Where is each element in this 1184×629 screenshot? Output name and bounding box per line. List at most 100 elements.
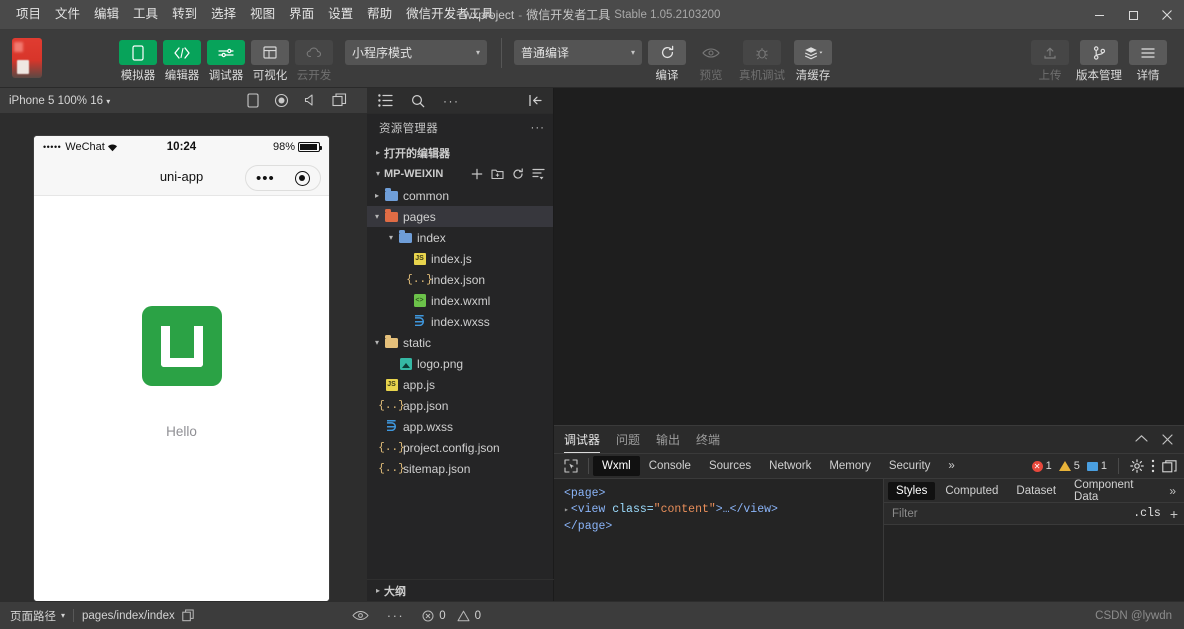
tree-folder-row[interactable]: ▸ common xyxy=(367,185,553,206)
styles-tab-component-data[interactable]: Component Data xyxy=(1066,476,1167,506)
tree-file-row[interactable]: {..} project.config.json xyxy=(367,437,553,458)
mode-select[interactable]: 小程序模式 ▾ xyxy=(345,40,487,65)
device-rotate-icon[interactable] xyxy=(247,93,259,108)
collapse-panel-icon[interactable] xyxy=(528,94,542,107)
copy-icon[interactable] xyxy=(182,609,195,622)
menu-item-7[interactable]: 界面 xyxy=(282,4,321,25)
chevron-right-icon[interactable]: ▸ xyxy=(371,191,383,200)
warning-count[interactable]: 5 xyxy=(1058,460,1080,472)
tree-file-row[interactable]: {..} sitemap.json xyxy=(367,458,553,479)
minimize-icon[interactable] xyxy=(1082,0,1116,30)
styles-filter-input[interactable] xyxy=(892,507,1134,520)
debugger-tab-3[interactable]: 终端 xyxy=(696,426,720,453)
more-icon[interactable]: ··· xyxy=(387,608,405,623)
window-icon[interactable] xyxy=(332,93,347,108)
search-icon[interactable] xyxy=(411,94,425,108)
list-icon[interactable] xyxy=(378,94,393,107)
tree-file-row[interactable]: ⋽ index.wxss xyxy=(367,311,553,332)
page-path-selector[interactable]: 页面路径 ▾ xyxy=(0,608,65,624)
tree-file-row[interactable]: {..} index.json xyxy=(367,269,553,290)
settings-icon[interactable] xyxy=(1130,459,1144,473)
compile-mode-select[interactable]: 普通编译 ▾ xyxy=(514,40,642,65)
menu-item-5[interactable]: 选择 xyxy=(204,4,243,25)
debugger-tab-1[interactable]: 问题 xyxy=(616,426,640,453)
menu-item-8[interactable]: 设置 xyxy=(321,4,360,25)
add-style-rule-button[interactable]: + xyxy=(1170,506,1178,522)
devtools-tab-sources[interactable]: Sources xyxy=(700,456,760,476)
info-count[interactable]: 1 xyxy=(1086,460,1107,472)
collapse-all-icon[interactable] xyxy=(532,168,545,180)
record-icon[interactable] xyxy=(274,93,289,108)
maximize-icon[interactable] xyxy=(1116,0,1150,30)
menu-item-4[interactable]: 转到 xyxy=(165,4,204,25)
compile-button[interactable]: 编译 xyxy=(645,40,689,83)
cls-button[interactable]: .cls xyxy=(1133,507,1161,520)
wxml-line-2[interactable]: ▸ <view class="content">…</view> xyxy=(564,502,883,519)
upload-button[interactable]: 上传 xyxy=(1028,40,1072,83)
wechat-capsule[interactable]: ••• xyxy=(245,165,321,191)
debugger-tab-2[interactable]: 输出 xyxy=(656,426,680,453)
tree-file-row[interactable]: ⋽ app.wxss xyxy=(367,416,553,437)
toggle-debugger-button[interactable]: 调试器 xyxy=(204,40,248,83)
volume-icon[interactable] xyxy=(304,93,317,108)
toggle-cloud-button[interactable]: 云开发 xyxy=(292,40,336,83)
capsule-more-icon[interactable]: ••• xyxy=(256,171,275,186)
close-icon[interactable] xyxy=(1162,434,1173,445)
chevron-down-icon[interactable]: ▾ xyxy=(371,338,383,347)
chevron-down-icon[interactable]: ▾ xyxy=(385,233,397,242)
styles-overflow-icon[interactable]: » xyxy=(1169,484,1184,498)
menu-item-3[interactable]: 工具 xyxy=(126,4,165,25)
toggle-editor-button[interactable]: 编辑器 xyxy=(160,40,204,83)
section-mp-weixin[interactable]: ▾ MP-WEIXIN xyxy=(367,163,553,184)
tree-file-row[interactable]: {..} app.json xyxy=(367,395,553,416)
dock-icon[interactable] xyxy=(1162,459,1177,473)
devtools-tab-console[interactable]: Console xyxy=(640,456,700,476)
kebab-menu-icon[interactable] xyxy=(1151,459,1155,473)
menu-item-6[interactable]: 视图 xyxy=(243,4,282,25)
menu-item-2[interactable]: 编辑 xyxy=(87,4,126,25)
clear-cache-button[interactable]: 清缓存 xyxy=(791,40,835,83)
debugger-tab-0[interactable]: 调试器 xyxy=(564,426,601,453)
chevron-right-icon[interactable]: ▸ xyxy=(564,506,569,515)
details-button[interactable]: 详情 xyxy=(1126,40,1170,83)
new-file-icon[interactable] xyxy=(471,168,483,180)
tree-file-row[interactable]: JS app.js xyxy=(367,374,553,395)
section-outline[interactable]: ▸ 大纲 xyxy=(367,579,554,601)
refresh-icon[interactable] xyxy=(512,167,524,180)
problems-indicator[interactable]: 0 0 xyxy=(422,610,481,622)
capsule-close-icon[interactable] xyxy=(294,170,310,186)
menu-item-9[interactable]: 帮助 xyxy=(360,4,399,25)
tree-file-row[interactable]: <> index.wxml xyxy=(367,290,553,311)
explorer-more-icon[interactable]: ··· xyxy=(531,122,546,134)
menu-item-0[interactable]: 项目 xyxy=(9,4,48,25)
editor-area[interactable] xyxy=(554,88,1184,425)
devtools-overflow-icon[interactable]: » xyxy=(939,456,963,476)
tree-folder-row[interactable]: ▾ pages xyxy=(367,206,553,227)
devtools-tab-wxml[interactable]: Wxml xyxy=(593,456,640,476)
version-control-button[interactable]: 版本管理 xyxy=(1072,40,1126,83)
styles-tab-computed[interactable]: Computed xyxy=(937,482,1006,500)
section-open-editors[interactable]: ▸ 打开的编辑器 xyxy=(367,142,553,163)
real-device-debug-button[interactable]: 真机调试 xyxy=(733,40,791,83)
device-select[interactable]: iPhone 5 100% 16 ▾ xyxy=(0,95,110,107)
error-count[interactable]: ✕ 1 xyxy=(1031,460,1052,472)
toggle-simulator-button[interactable]: 模拟器 xyxy=(116,40,160,83)
tree-file-row[interactable]: JS index.js xyxy=(367,248,553,269)
tree-file-row[interactable]: logo.png xyxy=(367,353,553,374)
devtools-tab-memory[interactable]: Memory xyxy=(820,456,880,476)
tree-folder-row[interactable]: ▾ static xyxy=(367,332,553,353)
inspect-element-icon[interactable] xyxy=(558,459,584,473)
collapse-icon[interactable] xyxy=(1135,434,1148,445)
styles-tab-dataset[interactable]: Dataset xyxy=(1008,482,1064,500)
eye-icon[interactable] xyxy=(352,610,369,621)
styles-tab-styles[interactable]: Styles xyxy=(888,481,936,500)
new-folder-icon[interactable] xyxy=(491,168,504,180)
toggle-visual-button[interactable]: 可视化 xyxy=(248,40,292,83)
tree-folder-row[interactable]: ▾ index xyxy=(367,227,553,248)
close-icon[interactable] xyxy=(1150,0,1184,30)
wxml-tree-pane[interactable]: <page> ▸ <view class="content">…</view> <… xyxy=(554,479,884,602)
devtools-tab-security[interactable]: Security xyxy=(880,456,940,476)
preview-button[interactable]: 预览 xyxy=(689,40,733,83)
menu-item-1[interactable]: 文件 xyxy=(48,4,87,25)
more-icon[interactable]: ··· xyxy=(443,95,460,107)
